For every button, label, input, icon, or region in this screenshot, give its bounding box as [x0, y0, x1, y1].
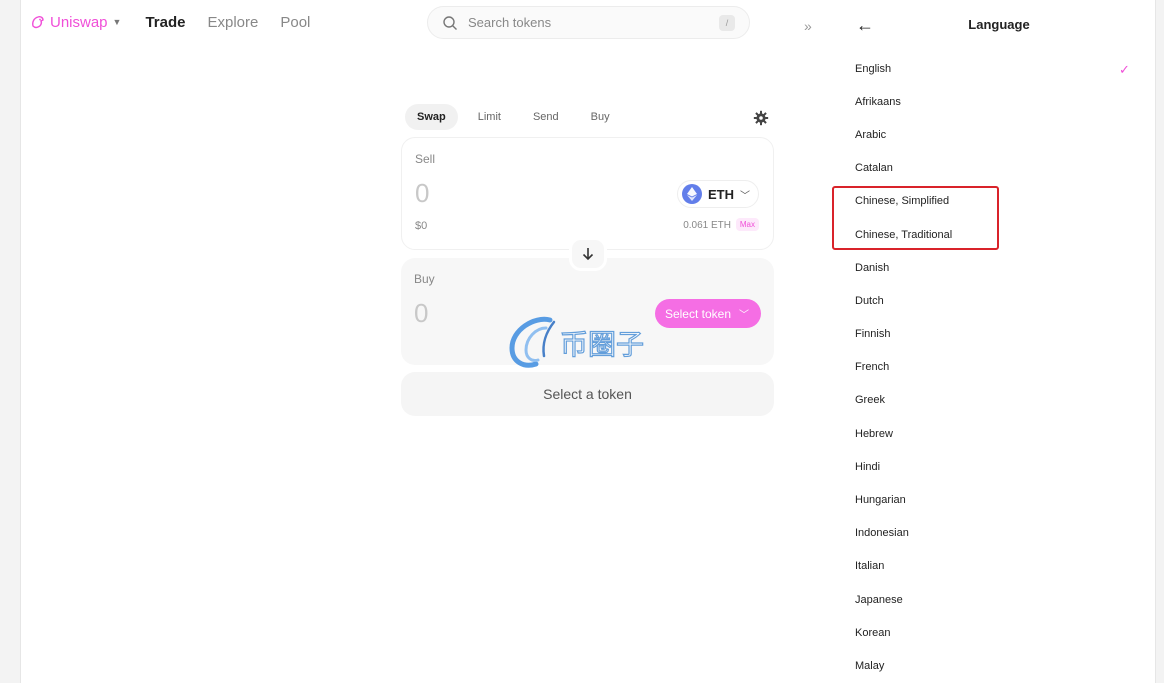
language-item-english[interactable]: English [855, 52, 1145, 85]
brand-menu[interactable]: Uniswap ▼ [30, 14, 121, 31]
select-token-label: Select token [664, 306, 731, 321]
max-button[interactable]: Max [735, 218, 759, 231]
language-item-arabic[interactable]: Arabic [855, 118, 1145, 151]
language-item-hindi[interactable]: Hindi [855, 450, 1145, 483]
language-item-hungarian[interactable]: Hungarian [855, 483, 1145, 516]
nav-explore[interactable]: Explore [207, 14, 258, 31]
language-panel: ← Language English Afrikaans Arabic Cata… [836, 0, 1142, 683]
collapse-panel-icon[interactable]: » [804, 18, 812, 34]
swap-tabs: Swap Limit Send Buy [405, 104, 630, 130]
language-item-hebrew[interactable]: Hebrew [855, 417, 1145, 450]
language-item-japanese[interactable]: Japanese [855, 583, 1145, 616]
language-item-french[interactable]: French [855, 351, 1145, 384]
sell-balance: 0.061 ETH [683, 220, 731, 231]
sell-token-selector[interactable]: ETH ﹀ [677, 180, 759, 208]
selected-check-icon: ✓ [1119, 62, 1130, 77]
unicorn-logo-icon [32, 16, 44, 29]
language-item-indonesian[interactable]: Indonesian [855, 517, 1145, 550]
language-item-dutch[interactable]: Dutch [855, 284, 1145, 317]
chevron-down-icon: ﹀ [739, 310, 749, 321]
language-item-finnish[interactable]: Finnish [855, 318, 1145, 351]
annotation-highlight-box [832, 186, 999, 250]
brand-name: Uniswap [50, 13, 108, 31]
sell-token-symbol: ETH [708, 186, 734, 202]
sell-usd-value: $0 [415, 220, 428, 232]
eth-icon [682, 184, 702, 204]
sell-label: Sell [415, 152, 436, 166]
language-item-greek[interactable]: Greek [855, 384, 1145, 417]
watermark-logo: 币圈子 [509, 316, 645, 368]
select-a-token-button[interactable]: Select a token [401, 372, 774, 416]
switch-direction-button[interactable] [569, 237, 607, 271]
language-item-korean[interactable]: Korean [855, 616, 1145, 649]
tab-swap[interactable]: Swap [405, 104, 458, 130]
search-icon [443, 15, 457, 30]
top-nav: Uniswap ▼ Trade Explore Pool [30, 10, 310, 34]
nav-pool[interactable]: Pool [280, 14, 310, 31]
svg-text:币圈子: 币圈子 [560, 328, 644, 361]
search-placeholder: Search tokens [468, 15, 552, 30]
language-list: English Afrikaans Arabic Catalan Chinese… [855, 52, 1145, 683]
buy-amount-input[interactable]: 0 [414, 298, 428, 329]
sell-amount-input[interactable]: 0 [415, 178, 429, 209]
arrow-down-icon [582, 248, 594, 261]
tab-buy[interactable]: Buy [579, 104, 622, 130]
search-input[interactable]: Search tokens / [427, 6, 750, 39]
tab-limit[interactable]: Limit [466, 104, 513, 130]
nav-trade[interactable]: Trade [145, 14, 185, 31]
settings-gear-icon[interactable] [753, 110, 769, 126]
language-item-afrikaans[interactable]: Afrikaans [855, 85, 1145, 118]
tab-send[interactable]: Send [521, 104, 571, 130]
language-item-catalan[interactable]: Catalan [855, 152, 1145, 185]
panel-title: Language [968, 17, 1030, 32]
brand-caret-icon: ▼ [112, 17, 122, 27]
search-shortcut-key: / [719, 15, 735, 31]
select-token-button[interactable]: Select token ﹀ [654, 299, 761, 328]
buy-label: Buy [414, 272, 435, 286]
language-item-italian[interactable]: Italian [855, 550, 1145, 583]
sell-panel: Sell 0 ETH ﹀ $0 0.061 ETH Max [401, 137, 774, 250]
chevron-down-icon: ﹀ [740, 190, 750, 202]
language-item-malay[interactable]: Malay [855, 649, 1145, 682]
language-item-danish[interactable]: Danish [855, 251, 1145, 284]
